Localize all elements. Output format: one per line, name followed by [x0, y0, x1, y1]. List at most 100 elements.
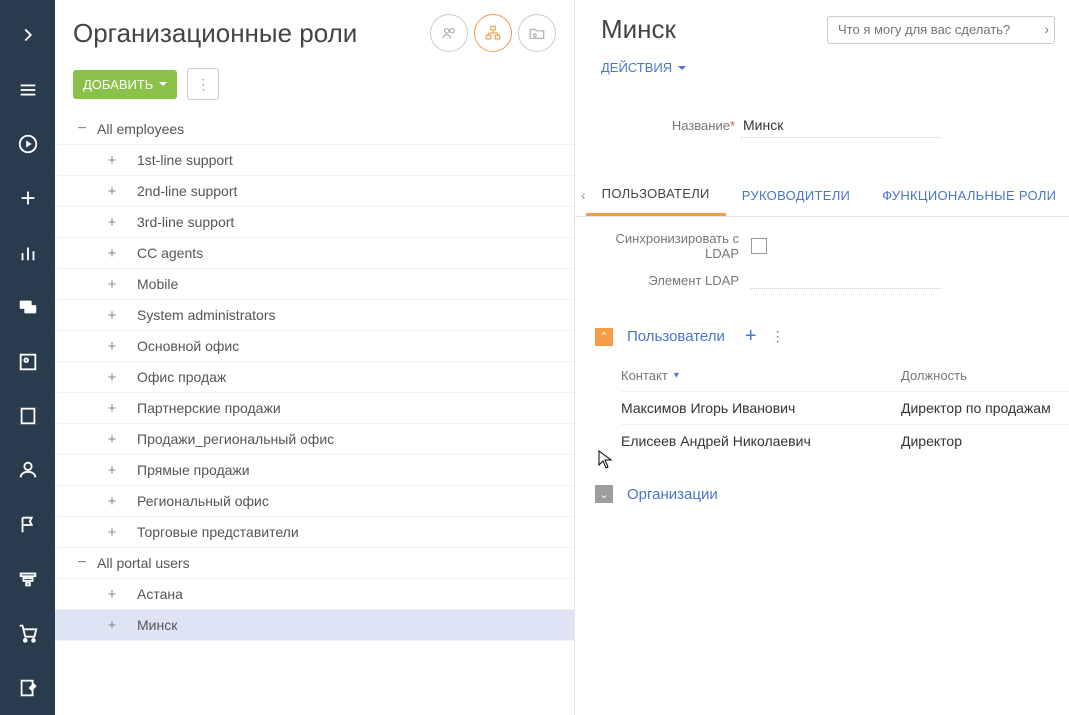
tabs: ‹ ПОЛЬЗОВАТЕЛИ РУКОВОДИТЕЛИ ФУНКЦИОНАЛЬН… [575, 174, 1069, 217]
tab-functional-roles[interactable]: ФУНКЦИОНАЛЬНЫЕ РОЛИ [866, 176, 1069, 215]
col-header-contact[interactable]: Контакт▾ [621, 368, 901, 383]
actions-dropdown[interactable]: ДЕЙСТВИЯ [601, 60, 686, 75]
left-panel-title: Организационные роли [73, 18, 430, 49]
rail-plus-icon[interactable] [0, 171, 55, 225]
expand-icon[interactable]: + [103, 369, 121, 386]
add-user-button[interactable]: + [745, 325, 757, 348]
tree-label: Mobile [131, 276, 178, 292]
expand-icon[interactable]: + [103, 617, 121, 634]
tree-item[interactable]: +Астана [55, 579, 574, 610]
expand-icon[interactable]: + [103, 245, 121, 262]
tree-item[interactable]: + Mobile [55, 269, 574, 300]
left-panel: Организационные роли ДОБАВИТЬ ⋮ −All emp… [55, 0, 575, 715]
expand-icon[interactable]: + [103, 214, 121, 231]
tree-label: Региональный офис [131, 493, 269, 509]
cell-contact: Максимов Игорь Иванович [621, 400, 901, 416]
rail-menu-icon[interactable] [0, 62, 55, 116]
tree-item[interactable]: +Торговые представители [55, 517, 574, 548]
right-panel: Минск › ДЕЙСТВИЯ Название* Минск ‹ ПОЛЬЗ… [575, 0, 1069, 715]
tree-label: Минск [131, 617, 177, 633]
tree-item[interactable]: + Региональный офис [55, 486, 574, 517]
rail-building-icon[interactable] [0, 389, 55, 443]
table-row[interactable]: Максимов Игорь ИвановичДиректор по прода… [621, 391, 1069, 424]
tree-item[interactable]: +Прямые продажи [55, 455, 574, 486]
tree-label: 1st-line support [131, 152, 233, 168]
tree-label: All portal users [91, 555, 190, 571]
mode-users-icon[interactable] [430, 14, 468, 52]
section-orgs-title: Организации [627, 486, 718, 503]
ldap-sync-checkbox[interactable] [751, 238, 767, 254]
users-section-menu[interactable]: ⋮ [771, 328, 785, 345]
tree-item[interactable]: + CC agents [55, 238, 574, 269]
caret-down-icon [678, 66, 686, 70]
tree-label: Партнерские продажи [131, 400, 281, 416]
rail-expand-icon[interactable] [0, 8, 55, 62]
rail-cart-icon[interactable] [0, 606, 55, 660]
detail-title: Минск [601, 14, 815, 45]
org-tree: −All employees+1st-line support+2nd-line… [55, 114, 574, 715]
expand-icon[interactable]: + [103, 493, 121, 510]
rail-flag-icon[interactable] [0, 498, 55, 552]
tree-group[interactable]: −All portal users [55, 548, 574, 579]
actions-label: ДЕЙСТВИЯ [601, 60, 672, 75]
tree-label: Основной офис [131, 338, 239, 354]
rail-chart-icon[interactable] [0, 226, 55, 280]
rail-play-icon[interactable] [0, 117, 55, 171]
tree-item[interactable]: + Партнерские продажи [55, 393, 574, 424]
tree-label: 3rd-line support [131, 214, 234, 230]
tree-label: System administrators [131, 307, 275, 323]
expand-icon[interactable]: + [103, 586, 121, 603]
rail-user-icon[interactable] [0, 443, 55, 497]
mode-folder-icon[interactable] [518, 14, 556, 52]
name-field-value[interactable]: Минск [741, 113, 941, 138]
collapse-users-section[interactable]: ⌃ [595, 328, 613, 346]
tree-item[interactable]: +1st-line support [55, 145, 574, 176]
tree-label: Продажи_региональный офис [131, 431, 334, 447]
tree-item[interactable]: + Основной офис [55, 331, 574, 362]
collapse-icon[interactable]: − [73, 120, 91, 138]
tree-item[interactable]: + Минск [55, 610, 574, 641]
rail-chat-icon[interactable] [0, 280, 55, 334]
expand-icon[interactable]: + [103, 524, 121, 541]
tree-item[interactable]: +3rd-line support [55, 207, 574, 238]
expand-icon[interactable]: + [103, 338, 121, 355]
expand-icon[interactable]: + [103, 431, 121, 448]
more-menu-button[interactable]: ⋮ [187, 68, 219, 100]
table-row[interactable]: Елисеев Андрей НиколаевичДиректор [621, 424, 1069, 457]
expand-icon[interactable]: + [103, 183, 121, 200]
users-table: Контакт▾ Должность Максимов Игорь Иванов… [575, 356, 1069, 457]
tree-item[interactable]: + Продажи_региональный офис [55, 424, 574, 455]
global-search: › [827, 16, 1055, 44]
collapse-orgs-section[interactable]: ⌄ [595, 485, 613, 503]
tree-group[interactable]: −All employees [55, 114, 574, 145]
cell-position: Директор по продажам [901, 400, 1069, 416]
rail-edit-icon[interactable] [0, 661, 55, 715]
tree-item[interactable]: +2nd-line support [55, 176, 574, 207]
cell-contact: Елисеев Андрей Николаевич [621, 433, 901, 449]
cell-position: Директор [901, 433, 1069, 449]
tree-label: CC agents [131, 245, 203, 261]
rail-contacts-icon[interactable] [0, 334, 55, 388]
expand-icon[interactable]: + [103, 462, 121, 479]
ldap-elem-value[interactable] [751, 271, 941, 289]
tree-label: Офис продаж [131, 369, 226, 385]
tree-item[interactable]: + Офис продаж [55, 362, 574, 393]
search-input[interactable] [827, 16, 1055, 44]
collapse-icon[interactable]: − [73, 554, 91, 572]
tab-managers[interactable]: РУКОВОДИТЕЛИ [726, 176, 866, 215]
expand-icon[interactable]: + [103, 152, 121, 169]
nav-rail [0, 0, 55, 715]
mode-orgchart-icon[interactable] [474, 14, 512, 52]
expand-icon[interactable]: + [103, 400, 121, 417]
add-button[interactable]: ДОБАВИТЬ [73, 70, 177, 99]
rail-funnel-icon[interactable] [0, 552, 55, 606]
caret-down-icon [159, 82, 167, 86]
tree-label: All employees [91, 121, 184, 137]
tree-item[interactable]: + System administrators [55, 300, 574, 331]
tab-users[interactable]: ПОЛЬЗОВАТЕЛИ [586, 174, 726, 216]
col-header-position[interactable]: Должность [901, 368, 1069, 383]
expand-icon[interactable]: + [103, 307, 121, 324]
chevron-right-icon[interactable]: › [1044, 21, 1049, 37]
tree-label: 2nd-line support [131, 183, 237, 199]
expand-icon[interactable]: + [103, 276, 121, 293]
